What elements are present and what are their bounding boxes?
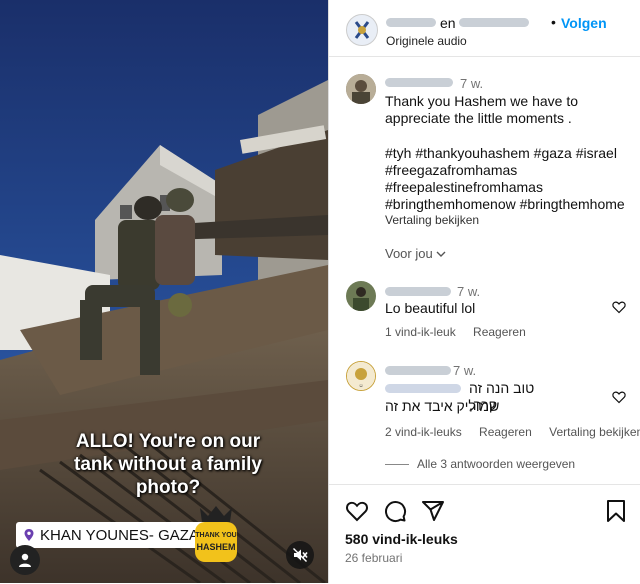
- caption-line: tank without a family: [74, 454, 262, 475]
- hashtag-line[interactable]: #bringthemhomenow #bringthemhome: [385, 196, 640, 213]
- see-translation-link[interactable]: Vertaling bekijken: [549, 425, 640, 439]
- avatar-image: ☺: [347, 362, 375, 390]
- comment-likes[interactable]: 1 vind-ik-leuk: [385, 325, 456, 339]
- comment-like-heart-icon[interactable]: [612, 300, 626, 314]
- reply-button[interactable]: Reageren: [473, 325, 526, 339]
- post-date: 26 februari: [345, 551, 403, 565]
- comment-icon[interactable]: [383, 499, 407, 523]
- location-pin-icon: [24, 529, 34, 541]
- hashtag-line[interactable]: #freegazafromhamas: [385, 162, 640, 179]
- caption-line: Thank you Hashem we have to: [385, 93, 578, 109]
- comments-panel: en • Volgen Originele audio 7 w. Thank y…: [328, 0, 640, 583]
- speaker-muted-glyph: [293, 548, 308, 562]
- thank-you-hashem-sticker: THANK YOU HASHEM: [192, 502, 240, 566]
- caption-line: ALLO! You're on our: [75, 431, 261, 452]
- comment-time: 7 w.: [457, 284, 481, 299]
- blurred-coauthor[interactable]: [459, 18, 529, 27]
- blurred-username[interactable]: [385, 366, 451, 375]
- post-time: 7 w.: [460, 76, 484, 91]
- comment-likes[interactable]: 2 vind-ik-leuks: [385, 425, 462, 439]
- sticker-line: THANK YOU: [195, 532, 237, 539]
- comment-text: Lo beautiful lol: [385, 300, 476, 316]
- comment-like-heart-icon[interactable]: [612, 390, 626, 404]
- location-tag[interactable]: KHAN YOUNES- GAZA: [16, 522, 207, 548]
- avatar-image: [346, 281, 376, 311]
- coauthor-joiner: en: [440, 15, 456, 31]
- hashtags: #tyh #thankyouhashem #gaza #israel #free…: [385, 145, 640, 213]
- chevron-down-icon: [436, 251, 446, 257]
- comment-meta: 1 vind-ik-leuk Reageren: [385, 325, 540, 339]
- reply-button[interactable]: Reageren: [479, 425, 532, 439]
- user-icon[interactable]: [10, 545, 40, 575]
- sticker-line: HASHEM: [196, 542, 236, 552]
- caption-line: photo?: [135, 477, 201, 498]
- view-replies-label: Alle 3 antwoorden weergeven: [417, 457, 576, 471]
- view-replies[interactable]: Alle 3 antwoorden weergeven: [385, 457, 575, 471]
- author-avatar[interactable]: [346, 14, 378, 46]
- location-label: KHAN YOUNES- GAZA: [40, 526, 199, 544]
- hashtag-line[interactable]: #freepalestinefromhamas: [385, 179, 640, 196]
- post-actions: 580 vind-ik-leuks 26 februari: [329, 484, 640, 584]
- comment-time: 7 w.: [453, 363, 477, 378]
- commenter-avatar[interactable]: ☺: [346, 361, 376, 391]
- blurred-mention[interactable]: [385, 384, 461, 393]
- follow-button[interactable]: Volgen: [561, 15, 607, 31]
- post-header: en • Volgen Originele audio: [329, 0, 640, 57]
- audio-label[interactable]: Originele audio: [386, 34, 467, 48]
- hashtag-line[interactable]: #tyh #thankyouhashem #gaza #israel: [385, 145, 640, 162]
- see-translation-link[interactable]: Vertaling bekijken: [385, 213, 479, 227]
- share-icon[interactable]: [421, 499, 445, 523]
- comment-text: שמוליק איבד את זה: [385, 398, 500, 414]
- svg-text:☺: ☺: [358, 383, 363, 389]
- comment-meta: 2 vind-ik-leuks Reageren Vertaling bekij…: [385, 425, 640, 439]
- dot-separator: •: [551, 14, 556, 30]
- poster-avatar[interactable]: [346, 74, 376, 104]
- blurred-username[interactable]: [385, 78, 453, 87]
- post-caption: Thank you Hashem we have to appreciate t…: [385, 93, 635, 127]
- for-you-label: Voor jou: [385, 246, 433, 261]
- heart-icon[interactable]: [345, 499, 369, 523]
- bookmark-icon[interactable]: [605, 499, 627, 523]
- mute-icon[interactable]: [286, 541, 314, 569]
- video-caption: ALLO! You're on our tank without a famil…: [18, 430, 318, 499]
- likes-count[interactable]: 580 vind-ik-leuks: [345, 531, 458, 547]
- replies-divider: [385, 463, 409, 465]
- user-glyph: [19, 553, 31, 567]
- avatar-image: [347, 15, 377, 45]
- avatar-image: [346, 74, 376, 104]
- post-media[interactable]: ALLO! You're on our tank without a famil…: [0, 0, 328, 583]
- for-you-dropdown[interactable]: Voor jou: [385, 246, 446, 261]
- caption-line: appreciate the little moments .: [385, 110, 572, 126]
- blurred-username[interactable]: [385, 287, 451, 296]
- blurred-username[interactable]: [386, 18, 436, 27]
- commenter-avatar[interactable]: [346, 281, 376, 311]
